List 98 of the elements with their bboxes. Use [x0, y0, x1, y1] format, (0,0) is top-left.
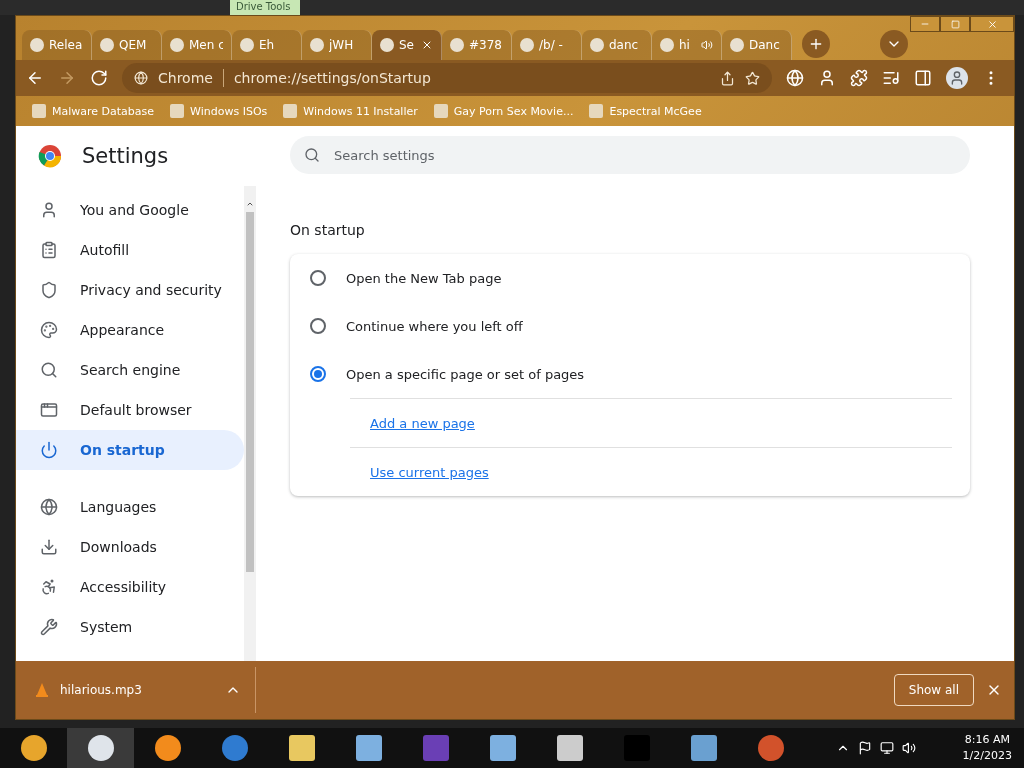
sidebar-item[interactable]: System — [16, 607, 244, 647]
person-icon — [40, 201, 58, 219]
star-icon[interactable] — [745, 70, 760, 86]
site-label: Chrome — [158, 70, 213, 86]
cone-icon — [36, 683, 48, 697]
search-icon — [304, 147, 320, 163]
download-icon — [40, 538, 58, 556]
maximize-icon — [950, 19, 960, 29]
sidebar-item[interactable]: Default browser — [16, 390, 244, 430]
scrollbar[interactable] — [244, 186, 256, 661]
page-title: Settings — [82, 144, 169, 168]
flag-icon[interactable] — [858, 741, 873, 755]
tab-search-button[interactable] — [880, 30, 908, 58]
globe-icon — [40, 498, 58, 516]
close-icon — [986, 18, 998, 30]
sidebar-item[interactable]: On startup — [16, 430, 244, 470]
favicon-icon — [310, 38, 324, 52]
browser-tab[interactable]: Se — [372, 30, 442, 60]
bookmark[interactable]: Malware Database — [32, 104, 155, 118]
share-icon[interactable] — [720, 70, 735, 86]
accessibility-icon — [40, 578, 58, 596]
sidebar-item[interactable]: Privacy and security — [16, 270, 244, 310]
site-icon — [134, 71, 148, 85]
bookmark[interactable]: Windows 11 Installer — [283, 104, 418, 118]
person-icon — [949, 70, 965, 86]
maximize-button[interactable] — [940, 16, 970, 32]
bookmark-icon — [433, 104, 448, 118]
ribbon-tab[interactable]: Drive Tools — [230, 0, 300, 15]
favicon-icon — [590, 38, 604, 52]
favicon-icon — [100, 38, 114, 52]
radio-button[interactable] — [310, 366, 326, 382]
sidebar-item[interactable]: Languages — [16, 487, 244, 527]
wrench-icon — [40, 618, 58, 636]
sidebar-item[interactable]: Autofill — [16, 230, 244, 270]
favicon-icon — [380, 38, 394, 52]
close-button[interactable] — [970, 16, 1014, 32]
link[interactable]: Use current pages — [370, 464, 489, 480]
side-panel-icon[interactable] — [914, 69, 932, 87]
close-icon[interactable] — [421, 39, 433, 51]
sidebar-item[interactable]: Accessibility — [16, 567, 244, 607]
favicon-icon — [450, 38, 464, 52]
bookmark-icon — [589, 104, 604, 118]
favicon-icon — [240, 38, 254, 52]
bookmark[interactable]: Gay Porn Sex Movie... — [433, 104, 574, 118]
volume-icon[interactable] — [902, 741, 917, 755]
search-field[interactable]: Search settings — [290, 136, 970, 174]
browser-tab[interactable]: Eh — [232, 30, 302, 60]
browser-tab[interactable]: hi — [652, 30, 722, 60]
minimize-button[interactable] — [910, 16, 940, 32]
show-all-button[interactable]: Show all — [893, 674, 974, 706]
playlist-icon[interactable] — [882, 69, 900, 87]
sidebar-item[interactable]: Search engine — [16, 350, 244, 390]
favicon-icon — [730, 38, 744, 52]
browser-tab[interactable]: QEM — [92, 30, 162, 60]
favicon-icon — [660, 38, 674, 52]
sidebar-item[interactable]: Downloads — [16, 527, 244, 567]
back-icon[interactable] — [26, 69, 44, 87]
sidebar-item[interactable]: Appearance — [16, 310, 244, 350]
link[interactable]: Add a new page — [370, 415, 475, 431]
browser-tab[interactable]: #378 — [442, 30, 512, 60]
favicon-icon — [30, 38, 44, 52]
browser-tab[interactable]: Danc — [722, 30, 792, 60]
palette-icon — [40, 321, 58, 339]
radio-option[interactable]: Open the New Tab page — [310, 254, 952, 302]
address-bar[interactable]: Chrome chrome://settings/onStartup — [122, 63, 772, 93]
clock[interactable]: 8:16 AM 1/2/2023 — [962, 732, 1024, 764]
new-tab-button[interactable] — [802, 30, 830, 58]
bookmark[interactable]: Windows ISOs — [170, 104, 268, 118]
reload-icon[interactable] — [90, 69, 108, 87]
browser-tab[interactable]: danc — [582, 30, 652, 60]
puzzle-icon[interactable] — [850, 69, 868, 87]
power-icon — [40, 441, 58, 459]
favicon-icon — [520, 38, 534, 52]
radio-button[interactable] — [310, 270, 326, 286]
bookmark-icon — [283, 104, 298, 118]
window-icon — [40, 401, 58, 419]
bookmark[interactable]: Espectral McGee — [589, 104, 702, 118]
section-title: On startup — [290, 222, 366, 238]
browser-tab[interactable]: Relea — [22, 30, 92, 60]
radio-button[interactable] — [310, 318, 326, 334]
shield-icon — [40, 281, 58, 299]
clipboard-icon — [40, 241, 58, 259]
search-icon — [40, 361, 58, 379]
browser-tab[interactable]: /b/ - — [512, 30, 582, 60]
favicon-icon — [170, 38, 184, 52]
radio-option[interactable]: Continue where you left off — [310, 302, 952, 350]
bookmark-icon — [170, 104, 185, 118]
extension-icon[interactable] — [818, 69, 836, 87]
download-file[interactable]: hilarious.mp3 — [60, 683, 213, 697]
bookmark-icon — [32, 104, 46, 118]
logo-icon — [38, 144, 62, 168]
radio-option[interactable]: Open a specific page or set of pages — [310, 350, 952, 398]
url-text: chrome://settings/onStartup — [233, 70, 432, 86]
network-icon[interactable] — [880, 741, 895, 755]
extension-icon[interactable] — [786, 69, 804, 87]
sidebar-item[interactable]: You and Google — [16, 190, 244, 230]
browser-tab[interactable]: jWH — [302, 30, 372, 60]
profile-icon[interactable] — [946, 67, 968, 89]
